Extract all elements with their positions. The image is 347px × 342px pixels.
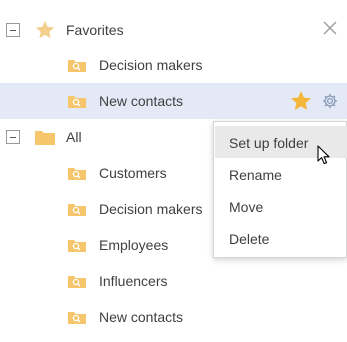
menu-item-label: Delete <box>229 231 270 247</box>
all-item-label: Decision makers <box>99 201 203 217</box>
close-icon[interactable] <box>323 21 337 35</box>
menu-item-delete[interactable]: Delete <box>215 222 347 254</box>
all-item-new-contacts[interactable]: New contacts <box>0 299 347 335</box>
all-collapse-toggle[interactable] <box>6 130 20 144</box>
search-folder-icon <box>68 204 86 216</box>
gear-icon[interactable] <box>321 92 339 110</box>
all-item-customers[interactable]: Customers <box>0 155 213 191</box>
search-folder-icon <box>68 96 86 108</box>
all-item-decision-makers[interactable]: Decision makers <box>0 191 213 227</box>
search-folder-icon <box>68 240 86 252</box>
all-item-label: New contacts <box>99 309 184 325</box>
star-icon <box>35 20 55 39</box>
all-item-label: Employees <box>99 237 169 253</box>
favorites-item-label: New contacts <box>99 93 184 109</box>
star-icon[interactable] <box>289 89 313 113</box>
menu-item-label: Rename <box>229 167 282 183</box>
favorites-group-label: Favorites <box>66 22 124 38</box>
all-item-label: Influencers <box>99 273 168 289</box>
favorites-item-label: Decision makers <box>99 57 203 73</box>
all-item-employees[interactable]: Employees <box>0 227 213 263</box>
mouse-cursor-icon <box>317 145 330 165</box>
menu-item-label: Set up folder <box>229 135 309 151</box>
all-group-label: All <box>66 129 82 145</box>
all-item-label: Customers <box>99 165 167 181</box>
menu-item-label: Move <box>229 199 264 215</box>
search-folder-icon <box>68 276 86 288</box>
favorites-group-row[interactable]: Favorites <box>0 12 347 48</box>
search-folder-icon <box>68 312 86 324</box>
search-folder-icon <box>68 168 86 180</box>
folder-icon <box>35 131 55 145</box>
favorites-item-new-contacts[interactable]: New contacts <box>0 83 347 119</box>
favorites-item-decision-makers[interactable]: Decision makers <box>0 47 347 83</box>
favorites-collapse-toggle[interactable] <box>6 23 20 37</box>
folder-context-menu: Set up folder Rename Move Delete <box>213 121 347 258</box>
all-item-influencers[interactable]: Influencers <box>0 263 347 299</box>
menu-item-move[interactable]: Move <box>215 190 347 222</box>
search-folder-icon <box>68 60 86 72</box>
